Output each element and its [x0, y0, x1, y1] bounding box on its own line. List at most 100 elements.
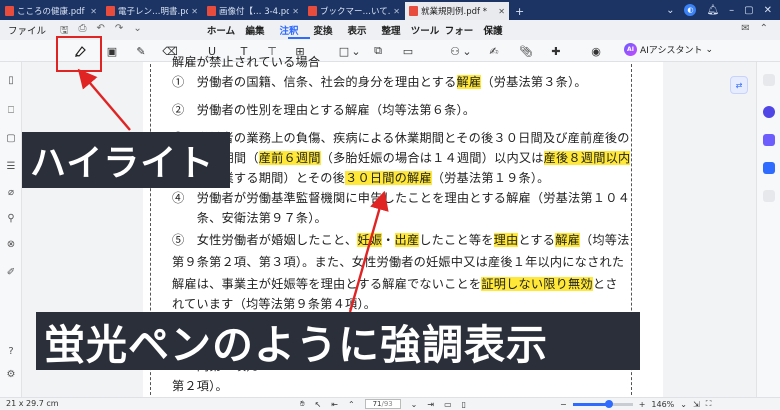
chevron-down-icon[interactable]: ⌄ [459, 43, 475, 59]
highlighted-text: 解雇 [456, 75, 482, 89]
tab-1[interactable]: 電子レン…明書.pdf ✕ [102, 2, 202, 20]
single-page-icon[interactable]: ▯ [462, 400, 466, 409]
close-icon[interactable]: ✕ [393, 7, 400, 16]
signature-panel-icon[interactable]: ✐ [5, 266, 17, 278]
bookmark-icon[interactable]: ⎕ [5, 104, 17, 116]
close-icon[interactable]: ✕ [90, 7, 97, 16]
prev-page-icon[interactable]: ⌃ [348, 400, 355, 409]
panel-toggle-icon[interactable] [763, 74, 775, 86]
next-page-icon[interactable]: ⌄ [411, 400, 418, 409]
settings-icon[interactable]: ⚙ [5, 368, 17, 380]
left-sidebar: ▯ ⎕ ▢ ☰ ⌀ ⚲ ⊗ ✐ ? ⚙ [0, 62, 22, 397]
document-line[interactable]: ④ 労働者が労働基準監督機関に申告したことを理由とする解雇（労基法第１０４ [172, 188, 630, 206]
document-line[interactable]: ② 労働者の性別を理由とする解雇（均等法第６条）。 [172, 100, 475, 118]
chevron-down-icon: ⌄ [705, 44, 713, 55]
ai-chat-icon[interactable] [763, 106, 775, 118]
document-line[interactable]: 条、安衛法第９７条）。 [172, 208, 327, 226]
zoom-slider-handle[interactable] [604, 399, 613, 408]
comment-icon[interactable]: ✚ [548, 43, 564, 59]
first-page-icon[interactable]: ⇤ [331, 400, 338, 409]
bell-icon[interactable]: 🔔︎ [706, 5, 719, 16]
document-line[interactable]: 解雇が禁止されている場合 [172, 52, 320, 70]
attachment-icon[interactable]: 📎︎ [518, 43, 534, 59]
tab-3[interactable]: ブックマー…いて.pdf *✕ [304, 2, 404, 20]
convert-float-icon[interactable]: ⇄ [730, 76, 748, 94]
comment-panel-icon[interactable]: ▢ [5, 132, 17, 144]
chevron-down-icon[interactable]: ⌄ [133, 23, 141, 40]
measure-icon[interactable]: ⧉ [370, 43, 386, 59]
window-controls: ⌄ ◐ 🔔︎ – ▢ ✕ [666, 0, 780, 20]
ai-assistant-button[interactable]: AI AIアシスタント ⌄ [624, 43, 713, 56]
hand-icon[interactable]: ✋︎ [300, 399, 305, 409]
ai-summarize-icon[interactable] [763, 134, 775, 146]
pdf-file-icon [308, 6, 317, 16]
message-icon[interactable]: ✉ [741, 23, 749, 34]
layers-icon[interactable]: ☰ [5, 160, 17, 172]
zoom-slider[interactable] [572, 399, 633, 408]
document-line[interactable]: 解雇は、事業主が妊娠等を理由とする解雇でないことを証明しない限り無効とさ [172, 274, 618, 292]
fullscreen-icon[interactable]: ⛶ [706, 399, 712, 409]
document-line[interactable]: ① 労働者の国籍、信条、社会的身分を理由とする解雇（労基法第３条）。 [172, 72, 587, 90]
pdf-file-icon [207, 6, 216, 16]
tab-0[interactable]: こころの健康.pdf ✕ [1, 2, 101, 20]
chevron-down-icon[interactable]: ⌄ [666, 5, 674, 16]
zoom-out-icon[interactable]: − [560, 400, 567, 409]
text-run: ③ 労働者の業務上の負傷、疾病による休業期間とその後３０日間及び産前産後の [172, 131, 630, 145]
fit-width-icon[interactable]: ⇲ [693, 400, 700, 409]
sticky-note-icon[interactable]: ▣ [104, 43, 120, 59]
pdf-file-icon [106, 6, 115, 16]
highlighted-text: 証明しない限り無効 [481, 277, 593, 291]
close-icon[interactable]: ✕ [498, 7, 505, 16]
fit-page-icon[interactable]: ▭ [444, 400, 452, 409]
chevron-down-icon[interactable]: ⌄ [348, 43, 364, 59]
ai-badge: AI [624, 43, 637, 56]
tab-2[interactable]: 画像付【… 3-4.pdf ✕ [203, 2, 303, 20]
text-run: ① 労働者の国籍、信条、社会的身分を理由とする [172, 75, 457, 89]
file-menu[interactable]: ファイル [8, 23, 46, 37]
text-run: したこと等を [419, 233, 494, 247]
page-number-input[interactable]: 71 /93 [364, 399, 401, 409]
document-line[interactable]: 第９条第２項、第３項）。また、女性労働者の妊娠中又は産後１年以内になされた [172, 252, 624, 270]
zoom-in-icon[interactable]: + [639, 400, 646, 409]
overlay-label-highlight: ハイライト [22, 132, 230, 188]
document-line[interactable]: れています（均等法第９条第４項）。 [172, 294, 376, 312]
tab-4[interactable]: 就業規則例.pdf * ✕ [405, 2, 509, 20]
close-icon[interactable]: ✕ [764, 5, 772, 16]
chevron-up-icon[interactable]: ⌃ [760, 23, 768, 34]
eye-icon[interactable]: ◉ [588, 43, 604, 59]
chevron-down-icon[interactable]: ⌄ [680, 400, 687, 409]
select-icon[interactable]: ↖ [315, 400, 322, 409]
menu-bar: ファイル 🖫 ⎙ ↶ ↷ ⌄ ホーム編集注釈変換表示整理ツールフォーム保護 共有… [0, 20, 780, 58]
document-line[interactable]: 第２項）。 [172, 376, 228, 394]
maximize-icon[interactable]: ▢ [744, 5, 753, 16]
text-run: ④ 労働者が労働基準監督機関に申告したことを理由とする解雇（労基法第１０４ [172, 191, 630, 205]
layers-stack-icon[interactable]: ⊗ [5, 238, 17, 250]
pencil-icon[interactable]: ✎ [133, 43, 149, 59]
last-page-icon[interactable]: ⇥ [427, 400, 434, 409]
pdf-file-icon [5, 6, 14, 16]
attachment-panel-icon[interactable]: ⌀ [5, 186, 17, 198]
area-icon[interactable]: ▭ [400, 43, 416, 59]
close-icon[interactable]: ✕ [292, 7, 299, 16]
minimize-icon[interactable]: – [729, 5, 734, 16]
text-run: 条、安衛法第９７条）。 [172, 211, 327, 225]
thumbnail-icon[interactable]: ▯ [5, 74, 17, 86]
signature-icon[interactable]: ✍ [486, 43, 502, 59]
redo-icon[interactable]: ↷ [115, 23, 123, 40]
close-icon[interactable]: ✕ [191, 7, 198, 16]
tab-label: こころの健康.pdf [17, 7, 85, 17]
properties-icon[interactable] [763, 190, 775, 202]
tab-label: 就業規則例.pdf * [421, 7, 487, 17]
zoom-level[interactable]: 146% [651, 400, 674, 409]
ai-translate-icon[interactable] [763, 162, 775, 174]
document-line[interactable]: ③ 労働者の業務上の負傷、疾病による休業期間とその後３０日間及び産前産後の [172, 128, 630, 146]
avatar[interactable]: ◐ [684, 4, 697, 16]
search-icon[interactable]: ⚲ [5, 212, 17, 224]
highlighted-text: 妊娠 [357, 233, 383, 247]
document-line[interactable]: 休業期間（産前６週間（多胎妊娠の場合は１４週間）以内又は産後８週間以内 [172, 148, 631, 166]
document-line[interactable]: ⑤ 女性労働者が婚姻したこと、妊娠・出産したこと等を理由とする解雇（均等法 [172, 230, 630, 248]
new-tab-button[interactable]: + [509, 2, 530, 20]
text-run: 解雇は、事業主が妊娠等を理由とする解雇でないことを [172, 277, 482, 291]
help-icon[interactable]: ? [5, 345, 17, 357]
text-run: れています（均等法第９条第４項）。 [172, 297, 377, 311]
